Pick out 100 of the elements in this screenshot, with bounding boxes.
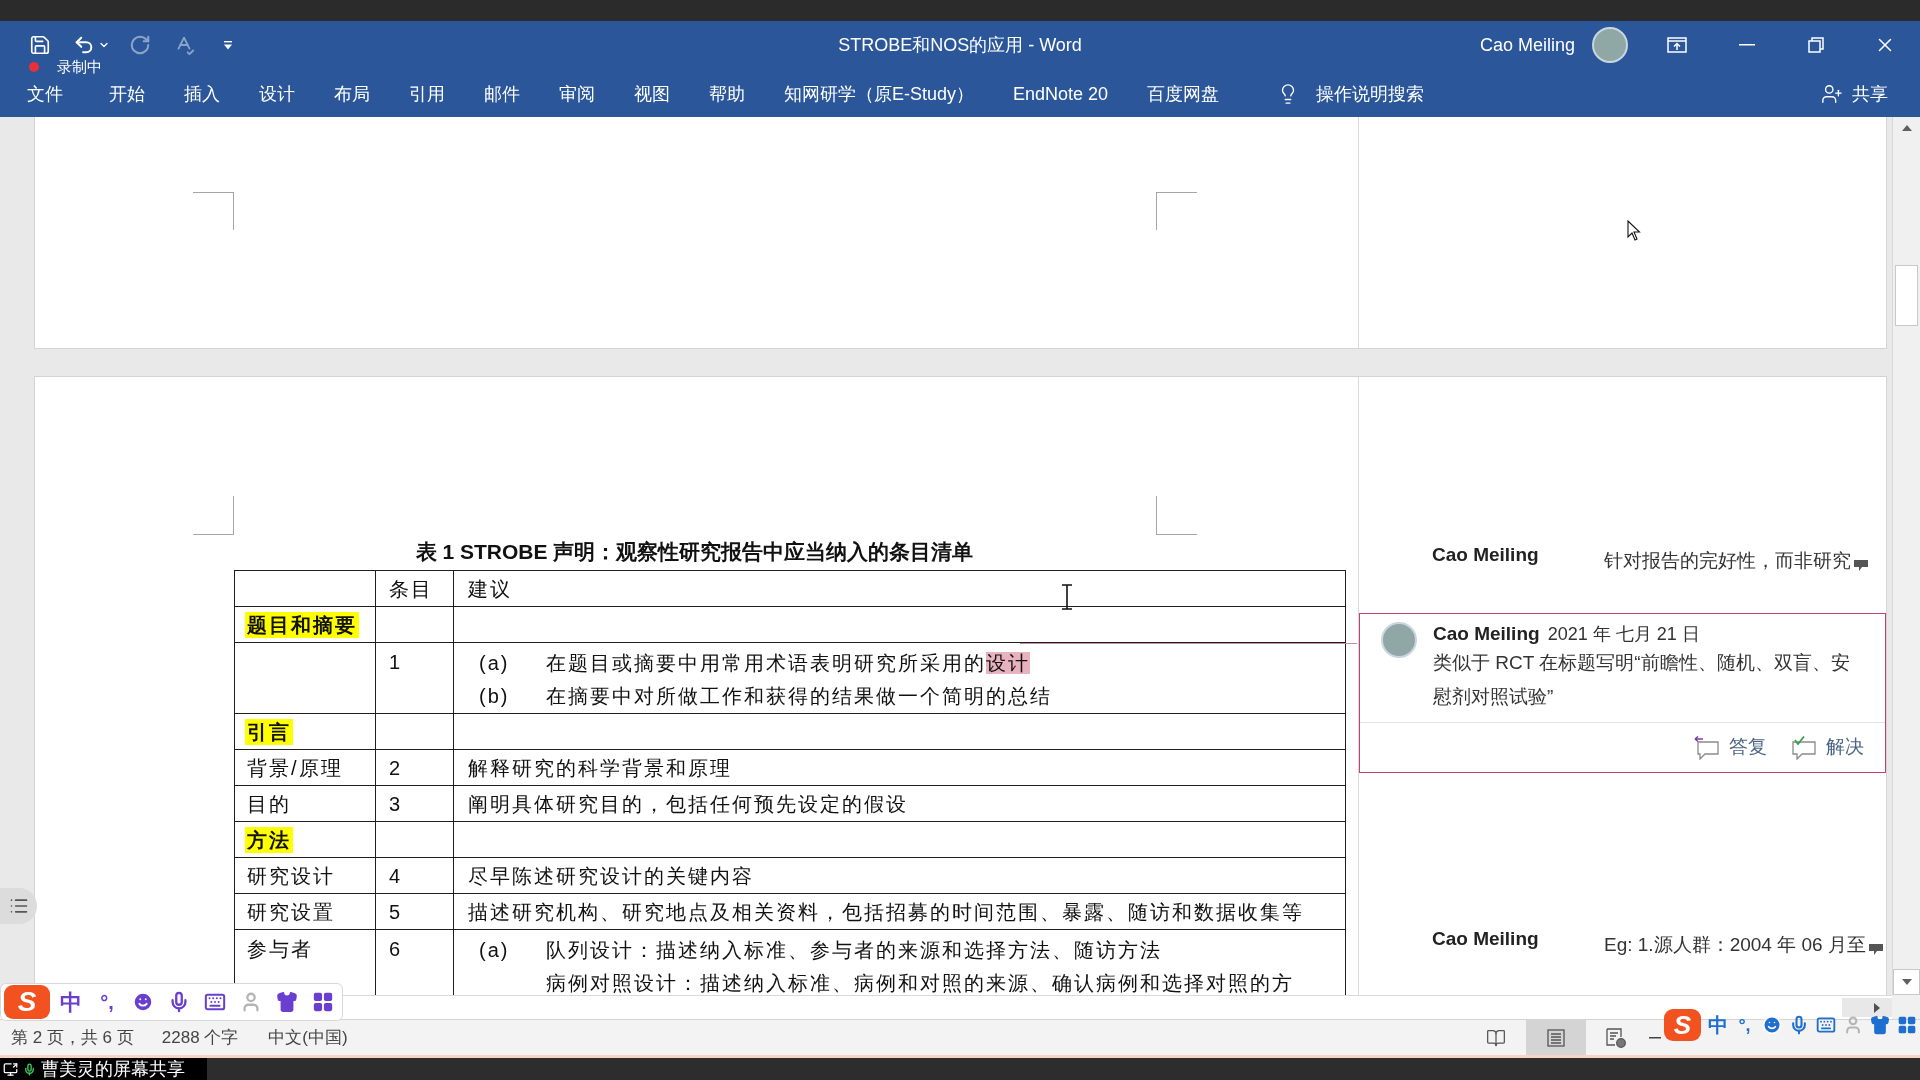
- punctuation-mode-toggle[interactable]: °,: [1731, 1008, 1758, 1042]
- shirt-icon[interactable]: [276, 991, 298, 1013]
- microphone-icon: [23, 1061, 36, 1077]
- table-cell: 背景/原理: [234, 749, 376, 786]
- table-cell: 1: [375, 642, 454, 714]
- vertical-scrollbar[interactable]: [1892, 117, 1920, 995]
- reply-button[interactable]: 答复: [1694, 733, 1767, 762]
- speech-bubble-arrow-icon: [1694, 735, 1720, 760]
- screen-share-icon: [3, 1061, 18, 1077]
- table-cell: 解释研究的科学背景和原理: [453, 749, 1346, 786]
- word-count[interactable]: 2288 个字: [161, 1024, 239, 1051]
- table-cell: 2: [375, 749, 454, 786]
- ribbon-tab[interactable]: 邮件: [465, 82, 539, 106]
- minimize-icon: [1739, 44, 1755, 46]
- crop-mark: [193, 496, 234, 535]
- list-marker: (a): [479, 650, 511, 676]
- table-cell: 目的: [234, 785, 376, 822]
- page-indicator[interactable]: 第 2 页，共 6 页: [11, 1024, 134, 1051]
- text-cursor-icon: [1061, 584, 1073, 610]
- up-arrow-icon: [1901, 125, 1912, 131]
- list-marker: (a): [479, 937, 511, 963]
- input-mode-toggle[interactable]: 中: [53, 984, 89, 1020]
- keyboard-icon[interactable]: [1815, 1015, 1836, 1035]
- list-marker: (b): [479, 683, 511, 709]
- list-icon: [8, 896, 29, 916]
- ime-logo[interactable]: S: [1664, 1009, 1701, 1041]
- input-mode-toggle[interactable]: 中: [1704, 1008, 1731, 1042]
- minus-icon: [1649, 1036, 1661, 1039]
- crop-mark: [1156, 496, 1197, 535]
- down-arrow-icon: [1901, 979, 1912, 985]
- person-plus-icon: [1821, 83, 1843, 105]
- user-name: Cao Meiling: [1479, 33, 1575, 57]
- ribbon-tab[interactable]: 插入: [165, 82, 239, 106]
- column-header: 条目: [375, 570, 454, 607]
- speech-bubble-icon: [1853, 558, 1869, 572]
- document-globe-icon: [1606, 1027, 1626, 1048]
- shirt-icon[interactable]: [1869, 1015, 1890, 1035]
- section-heading: 题目和摘要: [245, 611, 359, 638]
- ribbon-tab[interactable]: 帮助: [690, 82, 764, 106]
- ribbon-tab[interactable]: 布局: [315, 82, 389, 106]
- table-caption: 表 1 STROBE 声明：观察性研究报告中应当纳入的条目清单: [414, 541, 975, 563]
- table-cell: 4: [375, 857, 454, 894]
- comment-author: Cao Meiling: [1432, 543, 1540, 567]
- window-title: STROBE和NOS的应用 - Word: [838, 33, 1082, 57]
- ribbon-tab[interactable]: 视图: [615, 82, 689, 106]
- comment-text: 针对报告的完好性，而非研究: [1604, 549, 1851, 573]
- comment-text: 类似于 RCT 在标题写明“前瞻性、随机、双盲、安慰剂对照试验”: [1433, 651, 1851, 709]
- comment-author: Cao Meiling: [1433, 622, 1540, 646]
- speech-bubble-icon: [1867, 942, 1884, 956]
- table-cell-text: 病例对照设计：描述纳入标准、病例和对照的来源、确认病例和选择对照的方: [546, 970, 1294, 995]
- document-lines-icon: [1547, 1028, 1565, 1047]
- table-cell-text: 在摘要中对所做工作和获得的结果做一个简明的总结: [546, 683, 1052, 709]
- grid-icon[interactable]: [312, 991, 334, 1013]
- speech-bubble-check-icon: [1791, 735, 1817, 760]
- share-button[interactable]: 共享: [1821, 82, 1888, 106]
- view-mode-button[interactable]: [1526, 1020, 1586, 1055]
- table-cell: 描述研究机构、研究地点及相关资料，包括招募的时间范围、暴露、随访和数据收集等: [453, 893, 1346, 930]
- scroll-down-button[interactable]: [1893, 969, 1920, 995]
- ribbon-tab[interactable]: 审阅: [540, 82, 614, 106]
- undo-icon: [73, 34, 95, 56]
- ribbon-tab[interactable]: 设计: [240, 82, 314, 106]
- ribbon-tab[interactable]: 开始: [90, 82, 164, 106]
- ribbon-display-icon: [1667, 37, 1687, 53]
- ribbon-tab[interactable]: 百度网盘: [1128, 82, 1239, 106]
- resolve-button[interactable]: 解决: [1791, 733, 1864, 762]
- table-cell: 3: [375, 785, 454, 822]
- language-indicator[interactable]: 中文(中国): [268, 1024, 348, 1051]
- table-cell: 阐明具体研究目的，包括任何预先设定的假设: [453, 785, 1346, 822]
- open-book-icon: [1486, 1027, 1506, 1048]
- comment-text: Eg: 1.源人群：2004 年 06 月至: [1604, 933, 1866, 957]
- restore-icon: [1808, 37, 1824, 53]
- crop-mark: [1156, 192, 1197, 230]
- save-icon: [29, 34, 51, 56]
- navigation-pane-button[interactable]: [0, 888, 37, 924]
- table-cell-text: 在题目或摘要中用常用术语表明研究所采用的设计: [546, 650, 1030, 676]
- screen-share-label: 曹美灵的屏幕共享: [41, 1058, 185, 1080]
- ribbon-tab[interactable]: 引用: [390, 82, 464, 106]
- smiley-icon[interactable]: [132, 991, 154, 1013]
- keyboard-icon[interactable]: [204, 991, 226, 1013]
- ribbon-tab[interactable]: EndNote 20: [994, 82, 1128, 106]
- recording-label: 录制中: [57, 59, 102, 75]
- user-avatar: [1381, 622, 1417, 658]
- user-avatar[interactable]: [1592, 27, 1628, 63]
- redo-icon: [129, 34, 151, 56]
- table-cell: 尽早陈述研究设计的关键内容: [453, 857, 1346, 894]
- tell-me-search-button[interactable]: 操作说明搜索: [1277, 82, 1425, 106]
- table-cell: 5: [375, 893, 454, 930]
- section-heading: 引言: [245, 718, 293, 745]
- table-cell-text: 队列设计：描述纳入标准、参与者的来源和选择方法、随访方法: [546, 937, 1162, 963]
- ime-logo[interactable]: S: [4, 985, 50, 1019]
- dropdown-caret-icon: [223, 40, 233, 50]
- scroll-right-button[interactable]: [1842, 998, 1892, 1017]
- grid-icon[interactable]: [1896, 1015, 1917, 1035]
- scrollbar-thumb[interactable]: [1895, 265, 1918, 326]
- ribbon-tab[interactable]: 知网研学（原E-Study）: [765, 82, 994, 106]
- section-heading: 方法: [245, 826, 293, 853]
- microphone-icon[interactable]: [168, 991, 190, 1013]
- ribbon-tab[interactable]: 文件: [8, 82, 82, 106]
- punctuation-mode-toggle[interactable]: °,: [89, 984, 125, 1020]
- table-cell: 研究设计: [234, 857, 376, 894]
